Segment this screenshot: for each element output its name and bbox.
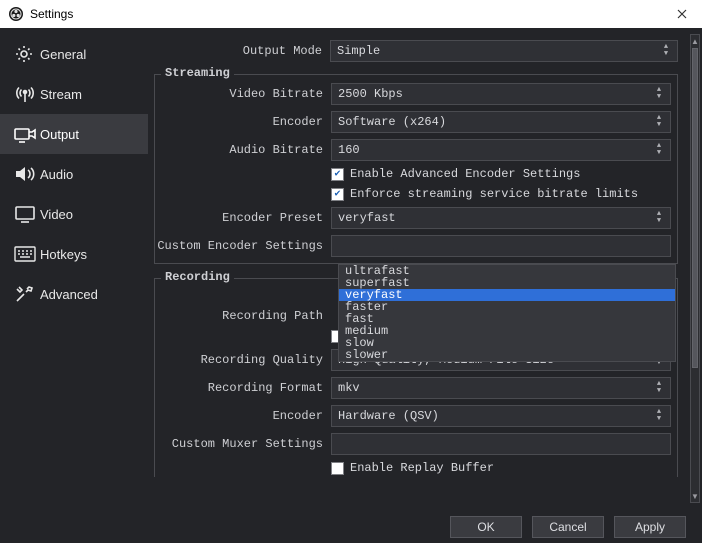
sidebar-item-label: Advanced: [40, 287, 98, 302]
window-close-button[interactable]: [672, 4, 692, 24]
sidebar-item-label: Audio: [40, 167, 73, 182]
video-bitrate-value: 2500 Kbps: [338, 87, 403, 101]
encoder-preset-row: Encoder Preset veryfast ▲▼: [155, 207, 671, 229]
encoder-preset-option[interactable]: slow: [339, 337, 675, 349]
cancel-button[interactable]: Cancel: [532, 516, 604, 538]
video-bitrate-label: Video Bitrate: [155, 87, 331, 101]
broadcast-icon: [14, 83, 40, 105]
stepper-icon: ▲▼: [652, 140, 666, 160]
recording-legend: Recording: [161, 270, 234, 284]
sidebar-item-advanced[interactable]: Advanced: [0, 274, 148, 314]
sidebar-item-label: General: [40, 47, 86, 62]
scrollbar-up-icon[interactable]: ▲: [691, 35, 699, 47]
custom-encoder-settings-label: Custom Encoder Settings: [155, 239, 331, 253]
replay-buffer-label: Enable Replay Buffer: [350, 461, 494, 475]
audio-bitrate-label: Audio Bitrate: [155, 143, 331, 157]
titlebar: Settings: [0, 0, 702, 28]
recording-encoder-select[interactable]: Hardware (QSV) ▲▼: [331, 405, 671, 427]
audio-bitrate-value: 160: [338, 143, 360, 157]
scrollbar-down-icon[interactable]: ▼: [691, 490, 699, 502]
streaming-legend: Streaming: [161, 66, 234, 80]
stepper-icon[interactable]: ▲▼: [652, 84, 666, 104]
output-mode-label: Output Mode: [154, 44, 330, 58]
sidebar-item-output[interactable]: Output: [0, 114, 148, 154]
output-mode-row: Output Mode Simple ▲▼: [154, 40, 678, 62]
recording-encoder-label: Encoder: [155, 409, 331, 423]
scrollbar-thumb[interactable]: [692, 48, 698, 368]
output-mode-select[interactable]: Simple ▲▼: [330, 40, 678, 62]
sidebar-item-label: Stream: [40, 87, 82, 102]
encoder-preset-option[interactable]: slower: [339, 349, 675, 361]
encoder-row: Encoder Software (x264) ▲▼: [155, 111, 671, 133]
output-icon: [14, 125, 40, 143]
video-bitrate-row: Video Bitrate 2500 Kbps ▲▼: [155, 83, 671, 105]
output-mode-value: Simple: [337, 44, 380, 58]
sidebar-item-label: Output: [40, 127, 79, 142]
app-body: General Stream Output Audio: [0, 28, 702, 509]
sidebar-item-audio[interactable]: Audio: [0, 154, 148, 194]
encoder-preset-label: Encoder Preset: [155, 211, 331, 225]
sidebar-item-stream[interactable]: Stream: [0, 74, 148, 114]
encoder-preset-option[interactable]: medium: [339, 325, 675, 337]
sidebar-item-video[interactable]: Video: [0, 194, 148, 234]
recording-encoder-value: Hardware (QSV): [338, 409, 439, 423]
video-icon: [14, 205, 40, 223]
enforce-limits-checkbox[interactable]: ✔: [331, 188, 344, 201]
custom-muxer-label: Custom Muxer Settings: [155, 437, 331, 451]
audio-bitrate-select[interactable]: 160 ▲▼: [331, 139, 671, 161]
gear-icon: [14, 44, 40, 64]
custom-muxer-row: Custom Muxer Settings: [155, 433, 671, 455]
encoder-preset-dropdown[interactable]: ultrafastsuperfastveryfastfasterfastmedi…: [338, 264, 676, 362]
encoder-preset-option[interactable]: fast: [339, 313, 675, 325]
recording-format-value: mkv: [338, 381, 360, 395]
sidebar-item-hotkeys[interactable]: Hotkeys: [0, 234, 148, 274]
encoder-value: Software (x264): [338, 115, 446, 129]
apply-button[interactable]: Apply: [614, 516, 686, 538]
recording-format-select[interactable]: mkv ▲▼: [331, 377, 671, 399]
stepper-icon: ▲▼: [659, 41, 673, 61]
enforce-limits-label: Enforce streaming service bitrate limits: [350, 187, 638, 201]
streaming-group: Streaming Video Bitrate 2500 Kbps ▲▼ Enc…: [154, 74, 678, 264]
custom-muxer-input[interactable]: [331, 433, 671, 455]
enable-advanced-label: Enable Advanced Encoder Settings: [350, 167, 580, 181]
enable-advanced-row: ✔ Enable Advanced Encoder Settings: [155, 167, 671, 181]
recording-format-row: Recording Format mkv ▲▼: [155, 377, 671, 399]
dialog-footer: OK Cancel Apply: [0, 509, 702, 543]
replay-buffer-checkbox[interactable]: ✔: [331, 462, 344, 475]
enable-advanced-checkbox[interactable]: ✔: [331, 168, 344, 181]
content-scrollbar[interactable]: ▲ ▼: [690, 34, 700, 503]
encoder-preset-option[interactable]: veryfast: [339, 289, 675, 301]
ok-button[interactable]: OK: [450, 516, 522, 538]
sidebar: General Stream Output Audio: [0, 28, 148, 509]
replay-buffer-row: ✔ Enable Replay Buffer: [155, 461, 671, 475]
stepper-icon: ▲▼: [652, 378, 666, 398]
obs-logo-icon: [8, 6, 24, 22]
tools-icon: [14, 284, 40, 304]
sidebar-item-general[interactable]: General: [0, 34, 148, 74]
encoder-select[interactable]: Software (x264) ▲▼: [331, 111, 671, 133]
encoder-preset-select[interactable]: veryfast ▲▼: [331, 207, 671, 229]
keyboard-icon: [14, 246, 40, 262]
recording-quality-label: Recording Quality: [155, 353, 331, 367]
app-frame: General Stream Output Audio: [0, 28, 702, 543]
recording-path-label: Recording Path: [155, 309, 331, 323]
sidebar-item-label: Video: [40, 207, 73, 222]
recording-format-label: Recording Format: [155, 381, 331, 395]
custom-encoder-settings-input[interactable]: [331, 235, 671, 257]
stepper-icon: ▲▼: [652, 208, 666, 228]
stepper-icon: ▲▼: [652, 406, 666, 426]
encoder-preset-option[interactable]: faster: [339, 301, 675, 313]
stepper-icon: ▲▼: [652, 112, 666, 132]
video-bitrate-input[interactable]: 2500 Kbps ▲▼: [331, 83, 671, 105]
audio-icon: [14, 164, 40, 184]
enforce-limits-row: ✔ Enforce streaming service bitrate limi…: [155, 187, 671, 201]
content-area: ▲ ▼ Output Mode Simple ▲▼ Streaming Vid: [148, 28, 702, 509]
window-title: Settings: [30, 7, 73, 21]
encoder-preset-value: veryfast: [338, 211, 396, 225]
sidebar-item-label: Hotkeys: [40, 247, 87, 262]
audio-bitrate-row: Audio Bitrate 160 ▲▼: [155, 139, 671, 161]
custom-encoder-settings-row: Custom Encoder Settings: [155, 235, 671, 257]
encoder-label: Encoder: [155, 115, 331, 129]
recording-encoder-row: Encoder Hardware (QSV) ▲▼: [155, 405, 671, 427]
